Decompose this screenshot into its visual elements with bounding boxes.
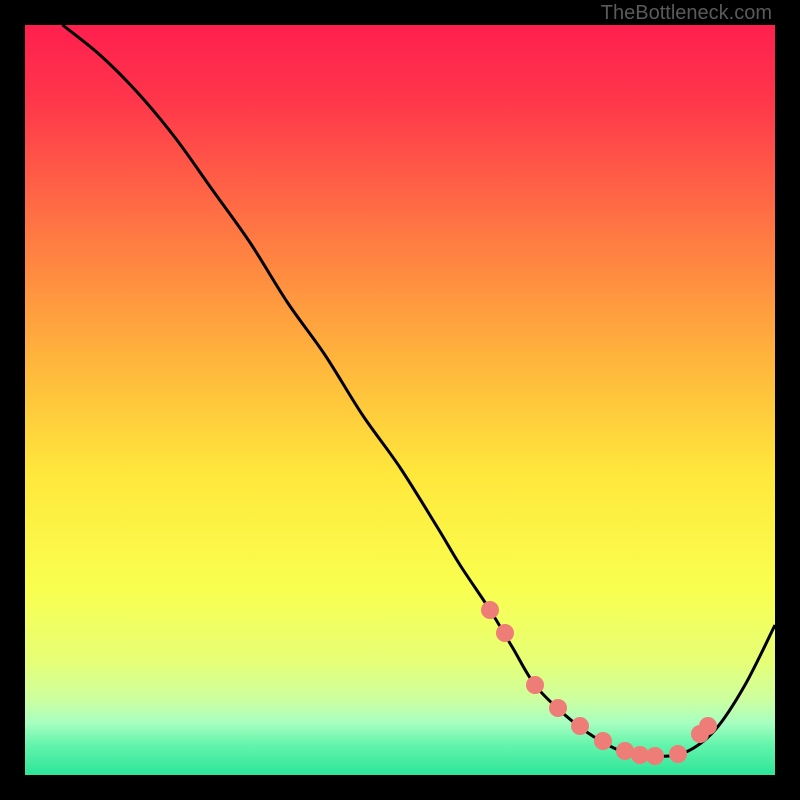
highlight-marker xyxy=(669,745,687,763)
highlight-marker xyxy=(526,676,544,694)
bottleneck-curve xyxy=(63,25,776,756)
watermark-text: TheBottleneck.com xyxy=(601,2,772,25)
highlight-marker xyxy=(699,717,717,735)
highlight-marker xyxy=(481,601,499,619)
chart-frame: TheBottleneck.com xyxy=(0,0,800,800)
highlight-marker xyxy=(496,624,514,642)
highlight-marker xyxy=(594,732,612,750)
plot-area xyxy=(25,25,775,775)
curve-layer xyxy=(25,25,775,775)
highlight-marker xyxy=(646,747,664,765)
highlight-marker xyxy=(549,699,567,717)
highlight-marker xyxy=(571,717,589,735)
